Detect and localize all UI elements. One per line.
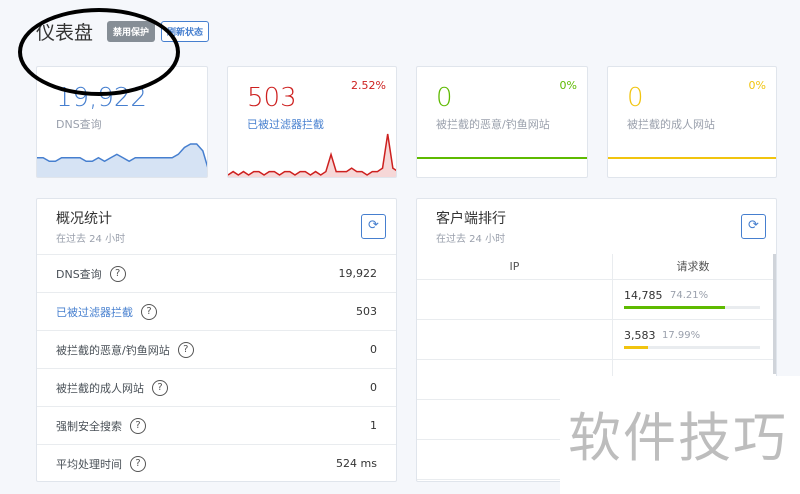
page-title: 仪表盘	[36, 22, 94, 44]
ip-cell	[417, 280, 613, 320]
stat-label[interactable]: 已被过滤器拦截	[247, 116, 324, 132]
request-percent: 17.99%	[662, 330, 701, 341]
request-count: 14,785	[624, 289, 663, 302]
progress-fill	[624, 346, 649, 349]
stats-row: 强制安全搜索 ? 1	[37, 406, 396, 444]
stats-row: 已被过滤器拦截 ? 503	[37, 292, 396, 330]
blocked-sparkline	[228, 133, 396, 177]
stats-row: 被拦截的成人网站 ? 0	[37, 368, 396, 406]
refresh-icon[interactable]: ⟳	[741, 214, 766, 239]
row-label: 被拦截的恶意/钓鱼网站	[56, 343, 170, 357]
request-percent: 74.21%	[670, 290, 709, 301]
row-value: 0	[370, 381, 377, 394]
table-row: 14,785 74.21%	[417, 280, 773, 320]
stat-card-blocked-malware: 0% 0 被拦截的恶意/钓鱼网站	[416, 66, 588, 178]
stat-percent: 0%	[559, 79, 577, 92]
stat-value: 0	[627, 83, 644, 113]
stat-label: 被拦截的成人网站	[627, 118, 715, 131]
progress-fill	[624, 306, 725, 309]
scrollbar[interactable]	[773, 254, 776, 374]
stat-value: 19,922	[56, 83, 147, 113]
stat-value: 0	[436, 83, 453, 113]
stat-percent: 2.52%	[351, 79, 386, 92]
disable-protection-button[interactable]: 禁用保护	[107, 21, 156, 42]
stats-row: DNS查询 ? 19,922	[37, 254, 396, 292]
stats-row: 平均处理时间 ? 524 ms	[37, 444, 396, 481]
stat-value: 503	[247, 83, 297, 113]
help-icon[interactable]: ?	[109, 265, 126, 282]
row-value: 19,922	[338, 267, 378, 280]
row-label: 被拦截的成人网站	[56, 381, 144, 395]
row-value: 1	[370, 419, 377, 432]
watermark: 软件技巧	[560, 376, 800, 494]
panel-subtitle: 在过去 24 小时	[56, 234, 126, 245]
row-label: DNS查询	[56, 267, 102, 281]
watermark-text: 软件技巧	[568, 408, 788, 469]
row-value: 0	[370, 343, 377, 356]
panel-subtitle: 在过去 24 小时	[436, 234, 506, 245]
help-icon[interactable]: ?	[130, 455, 146, 472]
stat-label: 被拦截的恶意/钓鱼网站	[436, 118, 550, 131]
panel-title: 概况统计	[56, 211, 112, 227]
row-label: 强制安全搜索	[56, 419, 122, 433]
sparkline-area	[228, 134, 396, 177]
stats-row: 被拦截的恶意/钓鱼网站 ? 0	[37, 330, 396, 368]
progress-bar	[624, 306, 760, 309]
overview-panel: 概况统计 在过去 24 小时 ⟳ DNS查询 ? 19,922 已被过滤器拦截 …	[36, 198, 397, 482]
help-icon[interactable]: ?	[177, 341, 194, 358]
progress-bar	[624, 346, 760, 349]
panel-title: 客户端排行	[436, 211, 506, 227]
help-icon[interactable]: ?	[141, 303, 157, 320]
stat-baseline	[417, 157, 587, 159]
ip-cell	[417, 320, 613, 360]
table-row: 3,583 17.99%	[417, 320, 773, 360]
stat-percent: 0%	[748, 79, 766, 92]
row-value: 524 ms	[336, 457, 377, 470]
sparkline-line	[228, 133, 396, 176]
stat-card-dns-queries: 19,922 DNS查询	[36, 66, 208, 178]
refresh-icon[interactable]: ⟳	[361, 214, 386, 239]
stat-card-blocked-filters: 2.52% 503 已被过滤器拦截	[227, 66, 397, 178]
request-count: 3,583	[624, 329, 656, 342]
column-header-ip[interactable]: IP	[417, 254, 613, 280]
help-icon[interactable]: ?	[152, 379, 168, 396]
refresh-status-button[interactable]: 刷新状态	[161, 21, 210, 42]
stat-label: DNS查询	[56, 118, 102, 131]
row-value: 503	[356, 305, 377, 318]
stat-card-blocked-adult: 0% 0 被拦截的成人网站	[607, 66, 777, 178]
column-header-requests[interactable]: 请求数	[613, 254, 773, 280]
stat-baseline	[608, 157, 776, 159]
dns-queries-sparkline	[37, 143, 207, 177]
row-label[interactable]: 已被过滤器拦截	[56, 304, 133, 320]
row-label: 平均处理时间	[56, 457, 122, 471]
help-icon[interactable]: ?	[130, 417, 146, 434]
page-header: 仪表盘 禁用保护 刷新状态	[36, 18, 210, 45]
